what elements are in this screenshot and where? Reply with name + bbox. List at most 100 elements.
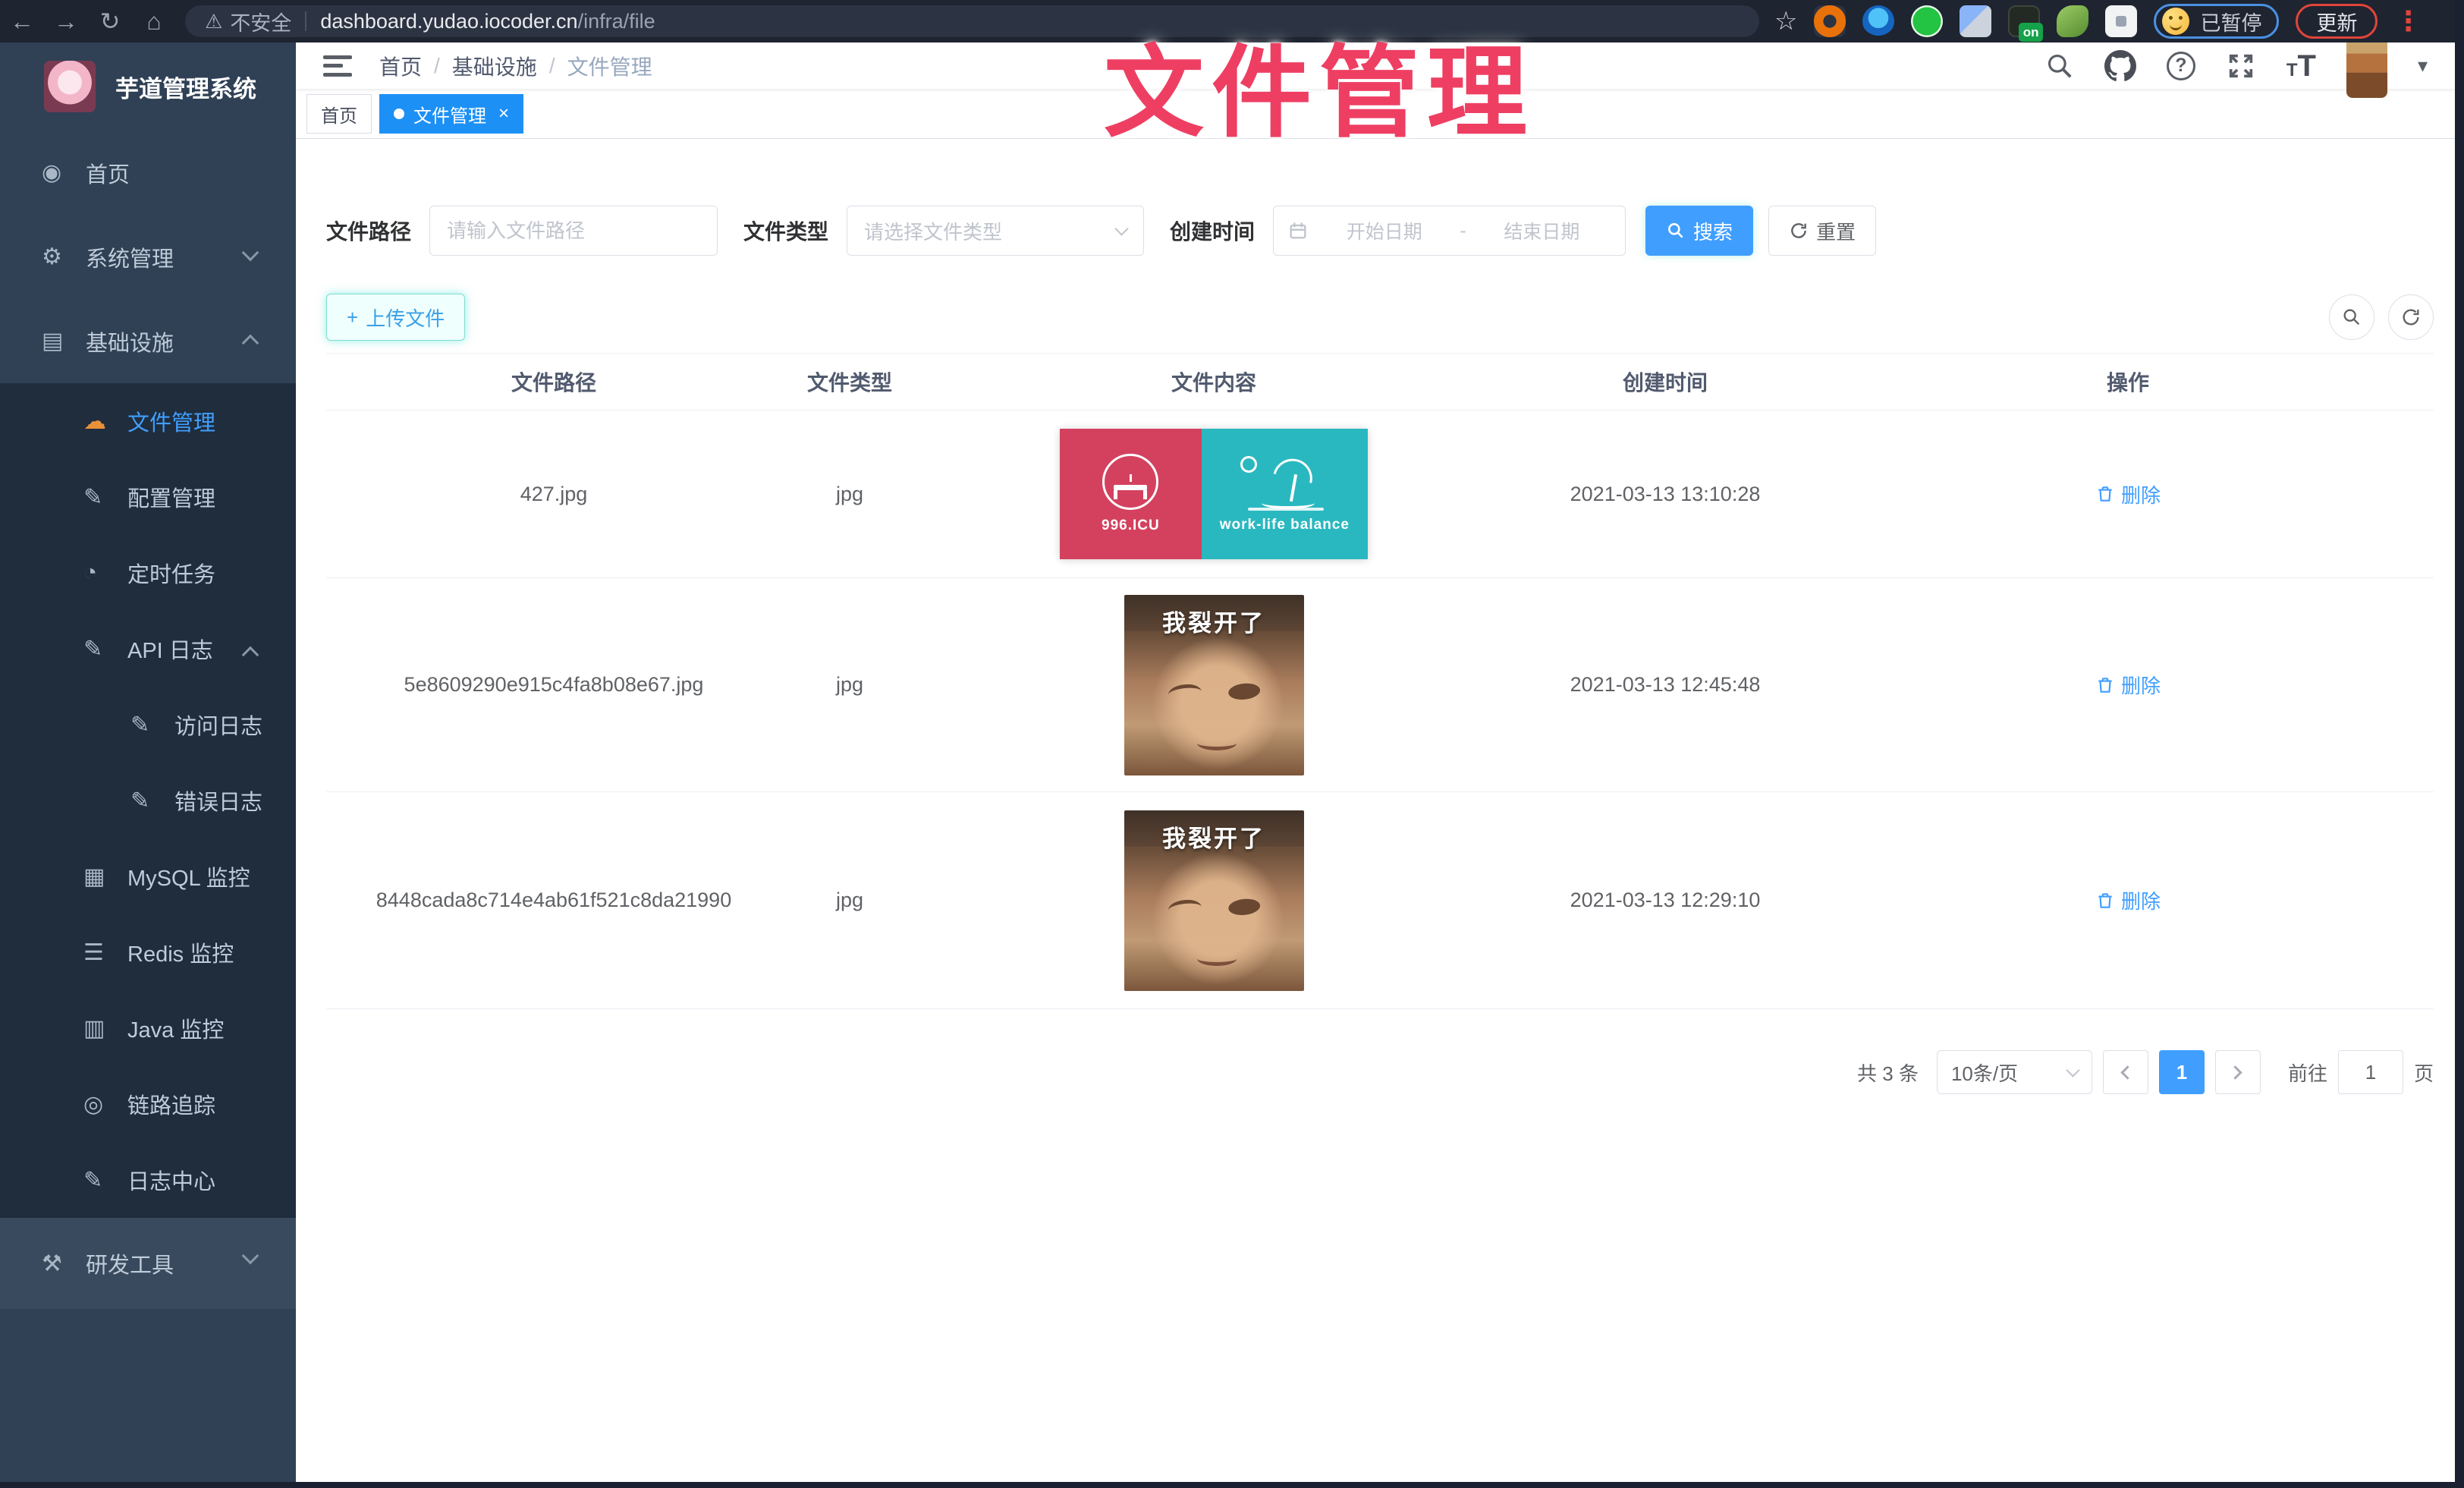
reset-button[interactable]: 重置: [1768, 206, 1876, 256]
create-time-label: 创建时间: [1170, 215, 1255, 246]
sidebar-item-java-monitor[interactable]: ▥ Java 监控: [0, 990, 296, 1066]
sidebar-item-mysql-monitor[interactable]: ▦ MySQL 监控: [0, 838, 296, 914]
paused-extension-pill[interactable]: 已暂停: [2154, 4, 2279, 39]
sidebar-item-dev-tools[interactable]: ⚒ 研发工具: [0, 1218, 296, 1309]
extension-green-circle-icon[interactable]: [1911, 5, 1943, 37]
delete-button[interactable]: 删除: [2095, 671, 2161, 699]
date-range-picker[interactable]: 开始日期 - 结束日期: [1273, 206, 1626, 256]
bookmark-star-icon[interactable]: ☆: [1774, 6, 1797, 36]
col-header-content: 文件内容: [918, 354, 1510, 410]
sidebar-item-label: 错误日志: [174, 785, 262, 816]
edit-icon: ✎: [130, 788, 165, 814]
extension-orange-icon[interactable]: [1814, 5, 1846, 37]
upload-file-button[interactable]: + 上传文件: [326, 294, 465, 341]
page-size-select[interactable]: 10条/页: [1937, 1050, 2092, 1094]
end-date-placeholder[interactable]: 结束日期: [1472, 217, 1611, 244]
sidebar-item-error-log[interactable]: ✎ 错误日志: [0, 763, 296, 838]
app-logo-row[interactable]: 芋道管理系统: [0, 42, 296, 131]
sidebar-item-label: 文件管理: [127, 405, 215, 437]
browser-home-icon[interactable]: ⌂: [132, 8, 176, 36]
toggle-search-button[interactable]: [2329, 294, 2374, 340]
table-row: 5e8609290e915c4fa8b08e67.jpg jpg 我裂开了 20…: [326, 578, 2434, 792]
browser-forward-icon[interactable]: →: [44, 8, 88, 36]
browser-back-icon[interactable]: ←: [0, 8, 44, 36]
chevron-down-icon: [242, 244, 259, 262]
delete-button[interactable]: 删除: [2095, 886, 2161, 914]
toolbar-mini-buttons: [2329, 294, 2434, 340]
sidebar-item-log-center[interactable]: ✎ 日志中心: [0, 1142, 296, 1218]
extensions-puzzle-icon[interactable]: [2105, 5, 2137, 37]
fullscreen-icon[interactable]: [2226, 51, 2256, 81]
chevron-down-icon: [242, 1247, 259, 1265]
date-separator: -: [1460, 220, 1466, 242]
file-path-input[interactable]: [429, 206, 718, 256]
plus-icon: +: [347, 306, 358, 329]
eye-icon: ◎: [83, 1091, 118, 1118]
sidebar-item-config-manage[interactable]: ✎ 配置管理: [0, 459, 296, 535]
extension-switch-icon[interactable]: on: [2008, 5, 2040, 37]
sidebar-item-file-manage[interactable]: ☁ 文件管理: [0, 383, 296, 459]
sidebar-item-access-log[interactable]: ✎ 访问日志: [0, 687, 296, 763]
refresh-table-button[interactable]: [2388, 294, 2434, 340]
sidebar-item-home[interactable]: ◉ 首页: [0, 131, 296, 215]
sidebar-item-label: 日志中心: [127, 1164, 215, 1196]
edit-icon: ✎: [83, 1167, 118, 1194]
sidebar-item-infra[interactable]: ▤ 基础设施: [0, 299, 296, 383]
page-content: 文件路径 文件类型 请选择文件类型 创建时间 开始日期 - 结束日期: [296, 139, 2455, 1482]
goto-label: 前往: [2288, 1059, 2327, 1087]
pagination-total: 共 3 条: [1857, 1059, 1919, 1087]
breadcrumb-infra[interactable]: 基础设施: [452, 51, 537, 81]
trash-icon: [2095, 675, 2115, 695]
trash-icon: [2095, 484, 2115, 504]
col-header-actions: 操作: [1821, 354, 2435, 410]
extension-blue-icon[interactable]: [1960, 5, 1991, 37]
address-divider: [305, 11, 306, 31]
edit-icon: ✎: [83, 484, 118, 511]
monitor-icon: ▤: [42, 328, 77, 354]
page-size-value: 10条/页: [1951, 1059, 2018, 1087]
cell-created-time: 2021-03-13 12:45:48: [1510, 578, 1821, 791]
delete-button[interactable]: 删除: [2095, 480, 2161, 508]
breadcrumb-home[interactable]: 首页: [379, 51, 422, 81]
prev-page-button[interactable]: [2103, 1050, 2148, 1094]
cell-created-time: 2021-03-13 13:10:28: [1510, 411, 1821, 577]
goto-page-input[interactable]: [2338, 1050, 2403, 1094]
sidebar-item-scheduled-jobs[interactable]: ◔ 定时任务: [0, 535, 296, 611]
file-thumbnail-meme[interactable]: 我裂开了: [1124, 810, 1304, 991]
github-icon[interactable]: [2104, 50, 2136, 82]
file-type-select[interactable]: 请选择文件类型: [847, 206, 1144, 256]
close-icon[interactable]: ×: [498, 103, 509, 124]
sidebar-item-system[interactable]: ⚙ 系统管理: [0, 215, 296, 299]
sidebar: 芋道管理系统 ◉ 首页 ⚙ 系统管理 ▤ 基础设施 ☁ 文件管理 ✎ 配置管理: [0, 42, 296, 1488]
caret-down-icon[interactable]: ▾: [2418, 54, 2428, 77]
search-icon[interactable]: [2045, 52, 2074, 80]
security-label[interactable]: 不安全: [230, 7, 291, 36]
reset-button-label: 重置: [1816, 217, 1856, 245]
file-thumbnail-meme[interactable]: 我裂开了: [1124, 595, 1304, 775]
browser-reload-icon[interactable]: ↻: [88, 7, 132, 36]
extension-pin-icon[interactable]: [1862, 5, 1894, 37]
help-icon[interactable]: ?: [2167, 52, 2195, 80]
sidebar-item-api-log[interactable]: ✎ API 日志: [0, 611, 296, 687]
start-date-placeholder[interactable]: 开始日期: [1315, 217, 1454, 244]
sidebar-item-redis-monitor[interactable]: ☰ Redis 监控: [0, 914, 296, 990]
search-button[interactable]: 搜索: [1645, 206, 1753, 256]
browser-menu-kebab-icon[interactable]: ⋮: [2394, 5, 2422, 37]
sidebar-item-tracing[interactable]: ◎ 链路追踪: [0, 1066, 296, 1142]
sidebar-item-label: 访问日志: [174, 709, 262, 741]
browser-update-button[interactable]: 更新: [2296, 4, 2378, 39]
next-page-button[interactable]: [2215, 1050, 2261, 1094]
tag-home[interactable]: 首页: [306, 94, 372, 134]
sidebar-item-label: 基础设施: [86, 326, 174, 357]
app-title: 芋道管理系统: [115, 70, 256, 104]
extension-leaf-icon[interactable]: [2057, 5, 2088, 37]
hamburger-icon[interactable]: [323, 53, 354, 79]
file-type-label: 文件类型: [743, 215, 828, 246]
tag-file-manage-active[interactable]: 文件管理 ×: [379, 94, 523, 134]
chevron-right-icon: [2229, 1065, 2242, 1079]
font-size-icon[interactable]: TT: [2286, 51, 2316, 81]
user-avatar[interactable]: [2346, 34, 2387, 98]
file-thumbnail-996-banner[interactable]: 996.ICU work-life balance: [1060, 429, 1368, 559]
banner-right-caption: work-life balance: [1220, 517, 1350, 533]
page-button-1[interactable]: 1: [2159, 1050, 2205, 1094]
